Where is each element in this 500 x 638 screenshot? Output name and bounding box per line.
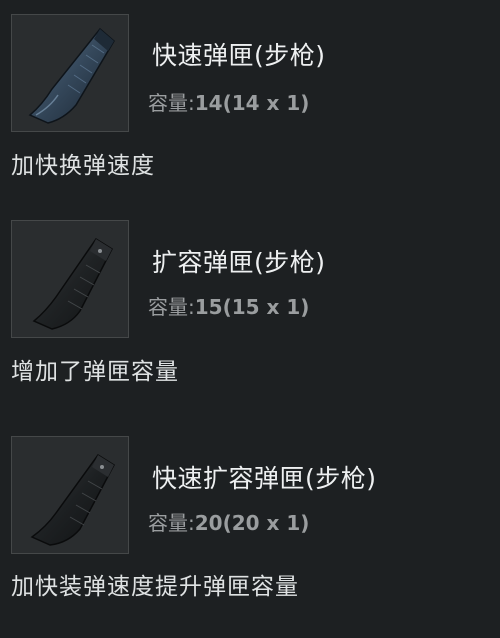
- item-description: 加快装弹速度提升弹匣容量: [11, 574, 299, 600]
- item-thumbnail[interactable]: [11, 14, 129, 132]
- extended-quickdraw-magazine-icon: [30, 453, 115, 546]
- item-name: 快速弹匣(步枪): [152, 41, 326, 70]
- capacity-value: 20(20 x 1): [194, 511, 310, 535]
- capacity-value: 14(14 x 1): [194, 91, 310, 115]
- item-description: 加快换弹速度: [11, 153, 155, 179]
- capacity-value: 15(15 x 1): [194, 295, 310, 319]
- capacity-label: 容量:: [148, 511, 195, 535]
- item-thumbnail[interactable]: [11, 220, 129, 338]
- item-thumbnail[interactable]: [11, 436, 129, 554]
- item-name: 快速扩容弹匣(步枪): [152, 464, 377, 493]
- item-capacity: 容量:14(14 x 1): [148, 87, 309, 116]
- item-description: 增加了弹匣容量: [11, 359, 179, 385]
- capacity-label: 容量:: [148, 295, 195, 319]
- quickdraw-magazine-icon: [28, 27, 115, 124]
- item-capacity: 容量:20(20 x 1): [148, 507, 309, 536]
- capacity-label: 容量:: [148, 91, 195, 115]
- item-capacity: 容量:15(15 x 1): [148, 291, 309, 320]
- extended-magazine-icon: [32, 237, 113, 330]
- item-name: 扩容弹匣(步枪): [152, 248, 326, 277]
